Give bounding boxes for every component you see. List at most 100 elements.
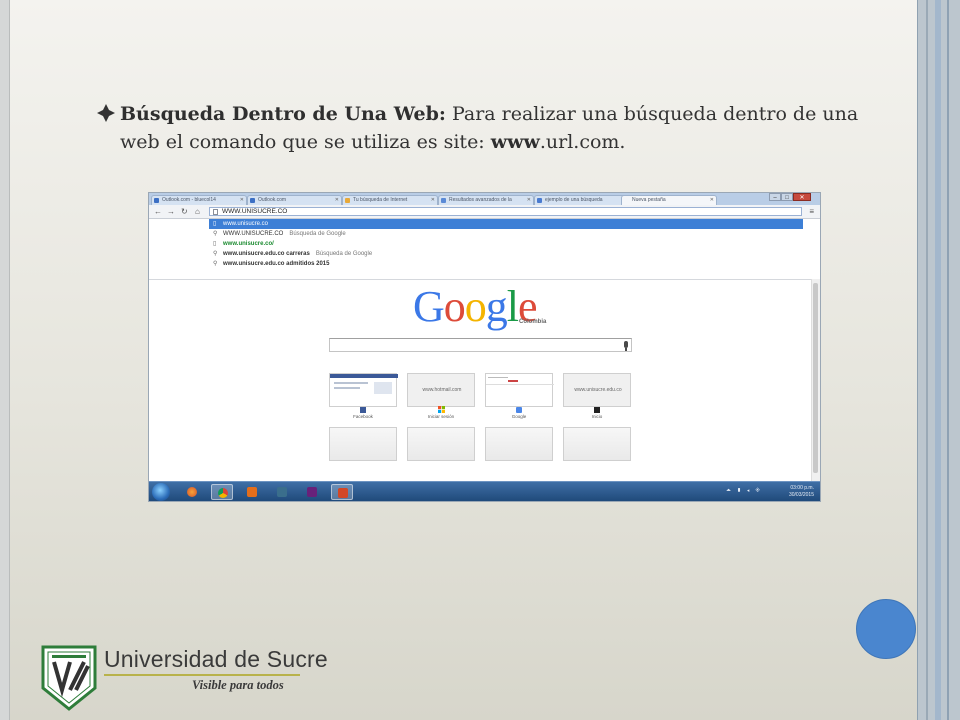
bullet-bold-www: www	[490, 131, 540, 153]
most-visited-tile-hotmail[interactable]: www.hotmail.com	[407, 373, 475, 407]
taskbar-visual-studio[interactable]	[301, 484, 323, 500]
tray-clock[interactable]: 03:00 p.m. 30/03/2015	[789, 485, 814, 499]
chrome-icon	[218, 488, 228, 498]
forward-arrow-icon[interactable]: →	[167, 207, 175, 216]
facebook-favicon-icon	[360, 407, 366, 413]
tab-search[interactable]: Tu búsqueda de Internet ✕	[342, 195, 438, 205]
most-visited-tile-unisucre[interactable]: www.unisucre.edu.co	[563, 373, 631, 407]
outlook-favicon-icon	[154, 198, 159, 203]
empty-tile[interactable]	[329, 427, 397, 461]
minimize-button[interactable]: –	[769, 193, 781, 201]
taskbar-chrome[interactable]	[211, 484, 233, 500]
divider	[149, 279, 811, 280]
close-icon[interactable]: ✕	[335, 196, 339, 205]
rail-stripe	[935, 0, 941, 720]
microphone-icon[interactable]	[624, 341, 628, 351]
taskbar-firefox[interactable]	[181, 484, 203, 500]
bullet-tail: .url.com.	[539, 131, 626, 153]
maximize-button[interactable]: □	[781, 193, 793, 201]
suggestion-item[interactable]: ⚲ WWW.UNISUCRE.CO Búsqueda de Google	[209, 229, 803, 239]
tab-example[interactable]: ejemplo de una búsqueda✕	[534, 195, 628, 205]
tab-label: Outlook.com	[258, 197, 287, 203]
close-icon[interactable]: ✕	[240, 196, 244, 205]
outlook-favicon-icon	[250, 198, 255, 203]
thumbnail-line	[508, 380, 518, 382]
thumbnail-box	[374, 382, 392, 394]
tray-date: 30/03/2015	[788, 492, 814, 498]
back-arrow-icon[interactable]: ←	[154, 207, 162, 216]
suggestion-item[interactable]: ⚲ www.unisucre.edu.co admitidos 2015	[209, 259, 803, 269]
close-icon[interactable]: ✕	[527, 196, 531, 205]
google-favicon-icon	[516, 407, 522, 413]
tab-new-tab[interactable]: Nueva pestaña ✕	[621, 195, 717, 205]
most-visited-tile-google[interactable]	[485, 373, 554, 407]
system-tray-icons[interactable]: ⏶ ▮ ◂ ◈	[726, 488, 762, 495]
suggestion-item[interactable]: ⚲ www.unisucre.edu.co carreras Búsqueda de…	[209, 249, 803, 259]
rail-stripe	[926, 0, 928, 720]
empty-tile[interactable]	[563, 427, 631, 461]
close-window-button[interactable]: ✕	[793, 193, 811, 201]
page-icon	[213, 209, 218, 215]
thumbnail-line	[334, 382, 368, 384]
tab-results[interactable]: Resultados avanzados de la ✕	[438, 195, 534, 205]
page-favicon-icon	[537, 198, 542, 203]
taskbar-powerpoint[interactable]	[331, 484, 353, 500]
thumbnail-header	[330, 374, 398, 378]
suggestion-text: www.unisucre.edu.co carreras	[223, 251, 310, 257]
search-icon: ⚲	[213, 251, 218, 257]
page-scrollbar[interactable]	[811, 279, 820, 481]
empty-tile[interactable]	[407, 427, 475, 461]
most-visited-tile-facebook[interactable]	[329, 373, 398, 407]
firefox-icon	[187, 487, 197, 497]
close-icon[interactable]: ✕	[431, 196, 435, 205]
suggestion-item[interactable]: ▯ www.unisucre.co/	[209, 239, 803, 249]
search-icon: ⚲	[213, 231, 218, 237]
close-icon[interactable]: ✕	[710, 196, 714, 205]
rail-stripe	[947, 0, 949, 720]
right-decorative-rail	[917, 0, 960, 720]
suggestion-note: Búsqueda de Google	[289, 231, 346, 237]
tab-outlook-1[interactable]: Outlook.com - bluecol14 ✕	[151, 195, 247, 205]
start-button[interactable]	[152, 483, 170, 501]
tab-label: Nueva pestaña	[632, 197, 666, 203]
tab-label: Resultados avanzados de la	[449, 197, 512, 203]
suggestion-text: www.unisucre.edu.co admitidos 2015	[223, 261, 330, 267]
empty-tile[interactable]	[485, 427, 553, 461]
taskbar-app[interactable]	[271, 484, 293, 500]
scrollbar-thumb[interactable]	[813, 283, 818, 473]
tray-time: 03:00 p.m.	[790, 485, 814, 491]
suggestion-item[interactable]: ▯ www.unisucre.co	[209, 219, 803, 229]
menu-icon[interactable]: ≡	[809, 207, 814, 216]
app-icon	[277, 487, 287, 497]
tab-label: Outlook.com - bluecol14	[162, 197, 216, 203]
browser-toolbar: ← → ↻ ⌂ WWW.UNISUCRE.CO ≡	[149, 205, 820, 219]
suggestion-text: www.unisucre.co/	[223, 241, 274, 247]
home-icon[interactable]: ⌂	[195, 207, 200, 216]
suggestion-note: Búsqueda de Google	[315, 251, 373, 257]
tab-strip: Outlook.com - bluecol14 ✕ Outlook.com ✕ Tu…	[149, 193, 820, 205]
page-favicon-icon	[441, 198, 446, 203]
suggestion-text: www.unisucre.co	[223, 221, 269, 227]
left-border	[0, 0, 10, 720]
address-text: WWW.UNISUCRE.CO	[222, 208, 288, 215]
google-logo: Google	[413, 282, 538, 331]
google-search-input[interactable]	[329, 338, 632, 352]
unisucre-favicon-icon	[594, 407, 600, 413]
tile-label: Facebook	[353, 414, 373, 419]
university-name: Universidad de Sucre	[104, 646, 328, 672]
taskbar-app[interactable]	[241, 484, 263, 500]
diamond-bullet-icon	[97, 104, 115, 122]
tile-url: www.hotmail.com	[422, 387, 462, 393]
university-seal-logo	[41, 645, 97, 711]
university-tagline: Visible para todos	[192, 678, 284, 692]
reload-icon[interactable]: ↻	[181, 207, 188, 216]
logo-region: Colombia	[519, 319, 547, 325]
address-bar[interactable]: WWW.UNISUCRE.CO	[209, 207, 802, 216]
tile-label: Google	[511, 414, 527, 419]
powerpoint-icon	[338, 488, 348, 498]
university-divider	[104, 674, 300, 676]
tab-outlook-2[interactable]: Outlook.com ✕	[247, 195, 342, 205]
tab-label: ejemplo de una búsqueda	[545, 197, 603, 203]
tile-url: www.unisucre.edu.co	[574, 387, 622, 393]
app-icon	[247, 487, 257, 497]
